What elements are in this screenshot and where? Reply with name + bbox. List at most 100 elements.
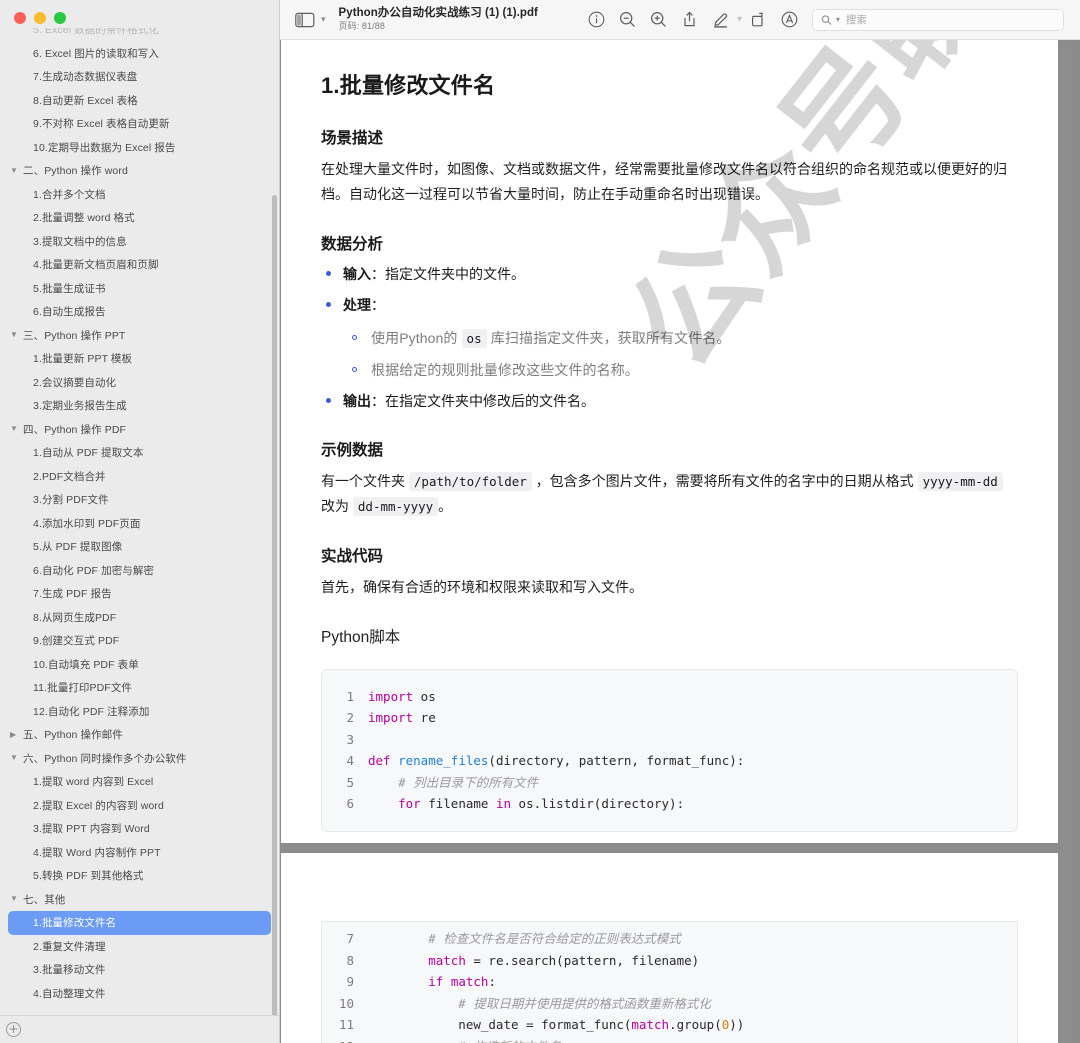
sidebar-item-6[interactable]: ▼ 二、Python 操作 word: [8, 159, 271, 183]
sidebar-item-38[interactable]: 1.批量修改文件名: [8, 911, 271, 935]
chevron-right-icon[interactable]: ▶: [10, 730, 23, 739]
chevron-down-icon[interactable]: ▼: [10, 166, 23, 175]
sidebar-item-31[interactable]: ▼ 六、Python 同时操作多个办公软件: [8, 747, 271, 771]
input-label: 输入: [343, 266, 371, 282]
sidebar-item-11[interactable]: 5.批量生成证书: [8, 277, 271, 301]
maximize-window-button[interactable]: [54, 12, 66, 24]
minimize-window-button[interactable]: [34, 12, 46, 24]
sidebar-item-41[interactable]: 4.自动整理文件: [8, 982, 271, 1006]
sidebar-item-15[interactable]: 2.会议摘要自动化: [8, 371, 271, 395]
sidebar-item-16[interactable]: 3.定期业务报告生成: [8, 394, 271, 418]
markup-icon[interactable]: [781, 11, 798, 28]
sidebar-item-2[interactable]: 7.生成动态数据仪表盘: [8, 65, 271, 89]
sidebar-item-37[interactable]: ▼ 七、其他: [8, 888, 271, 912]
code-line-7: 7 # 检查文件名是否符合给定的正则表达式模式: [322, 928, 1017, 950]
code-line-number: 12: [322, 1036, 368, 1043]
sidebar-item-14[interactable]: 1.批量更新 PPT 模板: [8, 347, 271, 371]
sidebar-item-1[interactable]: 6. Excel 图片的读取和写入: [8, 42, 271, 66]
sidebar-item-label: 6.自动化 PDF 加密与解密: [33, 564, 155, 577]
output-label: 输出: [343, 392, 371, 409]
sidebar-scrollbar[interactable]: [272, 195, 277, 1023]
sidebar-item-23[interactable]: 6.自动化 PDF 加密与解密: [8, 559, 271, 583]
chevron-down-icon[interactable]: ▼: [10, 895, 23, 903]
sidebar-item-3[interactable]: 8.自动更新 Excel 表格: [8, 89, 271, 113]
doc-heading-analysis: 数据分析: [321, 236, 384, 253]
doc-subheading-python-script: Python脚本: [321, 628, 401, 646]
document-scroll-area[interactable]: 公众号聊Python 1.批量修改文件名 场景描述 在处理大量文件时，如图像、文…: [280, 40, 1080, 1043]
chevron-down-icon[interactable]: ▾: [737, 14, 742, 25]
sidebar-item-36[interactable]: 5.转换 PDF 到其他格式: [8, 864, 271, 888]
zoom-in-icon[interactable]: [650, 11, 667, 28]
sidebar-item-label: 3.提取文档中的信息: [33, 235, 127, 248]
sidebar-item-34[interactable]: 3.提取 PPT 内容到 Word: [8, 817, 271, 841]
sidebar-item-13[interactable]: ▼ 三、Python 操作 PPT: [8, 324, 271, 348]
doc-paragraph-code: 首先，确保有合适的环境和权限来读取和写入文件。: [321, 579, 643, 596]
sidebar-item-18[interactable]: 1.自动从 PDF 提取文本: [8, 441, 271, 465]
document-scrollbar[interactable]: [1059, 41, 1071, 1043]
rotate-icon[interactable]: [750, 11, 767, 28]
close-window-button[interactable]: [14, 12, 26, 24]
sidebar-item-5[interactable]: 10.定期导出数据为 Excel 报告: [8, 136, 271, 160]
sidebar-item-32[interactable]: 1.提取 word 内容到 Excel: [8, 770, 271, 794]
plus-circle-icon[interactable]: +: [6, 1022, 21, 1037]
doc-paragraph-scenario: 在处理大量文件时，如图像、文档或数据文件，经常需要批量修改文件名以符合组织的命名…: [321, 161, 1007, 202]
zoom-out-icon[interactable]: [619, 11, 636, 28]
highlight-pen-icon[interactable]: [712, 11, 729, 28]
sub1-text-a: 使用Python的: [371, 329, 458, 346]
sample-text-c: 改为: [321, 497, 349, 514]
sub1-text-b: 库扫描指定文件夹，获取所有文件名。: [490, 329, 731, 346]
doc-heading-code: 实战代码: [321, 548, 384, 566]
sidebar-item-27[interactable]: 10.自动填充 PDF 表单: [8, 653, 271, 677]
sidebar-item-21[interactable]: 4.添加水印到 PDF页面: [8, 512, 271, 536]
sidebar-item-39[interactable]: 2.重复文件清理: [8, 935, 271, 959]
inline-code-new-format: dd-mm-yyyy: [352, 496, 439, 516]
sidebar-item-label: 二、Python 操作 word: [23, 165, 128, 178]
outline-scroll-area[interactable]: 5. Excel 数据的条件格式化 6. Excel 图片的读取和写入 7.生成动态…: [0, 28, 279, 1014]
sidebar-item-29[interactable]: 12.自动化 PDF 注释添加: [8, 700, 271, 724]
sidebar-item-19[interactable]: 2.PDF文档合并: [8, 465, 271, 489]
sidebar-item-17[interactable]: ▼ 四、Python 操作 PDF: [8, 418, 271, 442]
chevron-down-icon[interactable]: ▼: [10, 331, 23, 339]
sidebar-item-12[interactable]: 6.自动生成报告: [8, 300, 271, 324]
inline-code-os: os: [461, 328, 487, 348]
outline-sidebar: 5. Excel 数据的条件格式化 6. Excel 图片的读取和写入 7.生成动态…: [0, 0, 280, 1043]
output-text: ：在指定文件夹中修改后的文件名。: [371, 392, 595, 409]
code-line-text: # 列出目录下的所有文件: [368, 774, 539, 790]
sidebar-item-label: 3.分割 PDF文件: [33, 494, 109, 507]
sidebar-item-25[interactable]: 8.从网页生成PDF: [8, 606, 271, 630]
sidebar-item-label: 9.创建交互式 PDF: [33, 635, 120, 648]
info-icon[interactable]: [588, 11, 605, 28]
sidebar-item-33[interactable]: 2.提取 Excel 的内容到 word: [8, 794, 271, 818]
sidebar-item-9[interactable]: 3.提取文档中的信息: [8, 230, 271, 254]
chevron-down-icon[interactable]: ▼: [10, 754, 23, 762]
sidebar-item-7[interactable]: 1.合并多个文档: [8, 183, 271, 207]
sidebar-icon[interactable]: [295, 12, 315, 28]
sidebar-item-label: 5.转换 PDF 到其他格式: [33, 870, 144, 883]
share-icon[interactable]: [681, 11, 698, 28]
chevron-down-icon[interactable]: ▼: [10, 425, 23, 433]
code-line-text: import os: [368, 688, 436, 704]
code-line-text: for filename in os.listdir(directory):: [398, 796, 685, 812]
sidebar-item-10[interactable]: 4.批量更新文档页眉和页脚: [8, 253, 271, 277]
sidebar-item-0[interactable]: 5. Excel 数据的条件格式化: [8, 28, 271, 42]
sidebar-item-label: 7.生成 PDF 报告: [33, 588, 112, 601]
sidebar-item-40[interactable]: 3.批量移动文件: [8, 958, 271, 982]
sidebar-item-35[interactable]: 4.提取 Word 内容制作 PPT: [8, 841, 271, 865]
chevron-down-icon[interactable]: ▾: [321, 14, 326, 25]
sidebar-item-24[interactable]: 7.生成 PDF 报告: [8, 582, 271, 606]
chevron-down-icon[interactable]: ▾: [836, 15, 840, 24]
search-field[interactable]: ▾: [812, 8, 1064, 31]
sidebar-item-20[interactable]: 3.分割 PDF文件: [8, 488, 271, 512]
sidebar-item-26[interactable]: 9.创建交互式 PDF: [8, 629, 271, 653]
search-input[interactable]: [843, 12, 1055, 27]
code-line-number: 6: [346, 796, 354, 812]
code-line-5: 5 # 列出目录下的所有文件: [322, 772, 1017, 794]
process-text: ：: [371, 297, 385, 314]
sidebar-item-22[interactable]: 5.从 PDF 提取图像: [8, 535, 271, 559]
doc-process-sublist: 使用Python的 os 库扫描指定文件夹，获取所有文件名。 根据给定的规则批量…: [343, 328, 1018, 381]
sidebar-item-4[interactable]: 9.不对称 Excel 表格自动更新: [8, 112, 271, 136]
sidebar-item-8[interactable]: 2.批量调整 word 格式: [8, 206, 271, 230]
sidebar-item-30[interactable]: ▶ 五、Python 操作邮件: [8, 723, 271, 747]
sidebar-item-28[interactable]: 11.批量打印PDF文件: [8, 676, 271, 700]
code-line-text: # 检查文件名是否符合给定的正则表达式模式: [368, 931, 681, 946]
